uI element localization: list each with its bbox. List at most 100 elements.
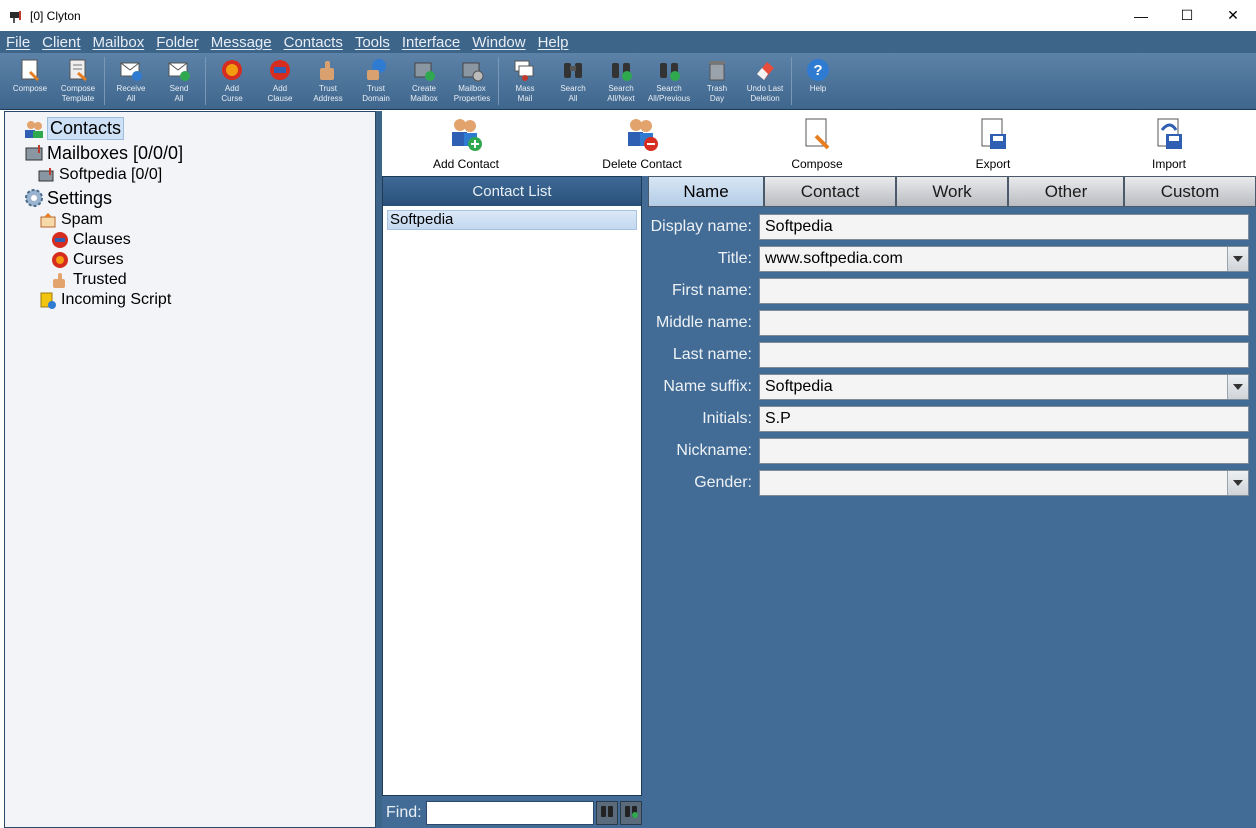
tab-other[interactable]: Other bbox=[1008, 176, 1124, 207]
send-icon bbox=[166, 57, 192, 83]
gender-combobox[interactable] bbox=[759, 470, 1249, 496]
trash-icon bbox=[704, 57, 730, 83]
chevron-down-icon[interactable] bbox=[1227, 375, 1248, 399]
tab-custom[interactable]: Custom bbox=[1124, 176, 1256, 207]
display-name-label: Display name: bbox=[650, 218, 752, 235]
tree-item-clauses[interactable]: Clauses bbox=[49, 229, 131, 251]
nickname-field[interactable] bbox=[759, 438, 1249, 464]
tab-work[interactable]: Work bbox=[896, 176, 1008, 207]
find-next-button[interactable] bbox=[595, 801, 618, 825]
mailbox-icon bbox=[23, 142, 45, 164]
chevron-down-icon[interactable] bbox=[1227, 471, 1248, 495]
menu-help[interactable]: Help bbox=[538, 34, 569, 51]
chevron-down-icon[interactable] bbox=[1227, 247, 1248, 271]
search-next-icon bbox=[608, 57, 634, 83]
binoculars-icon bbox=[599, 803, 615, 824]
initials-field[interactable]: S.P bbox=[759, 406, 1249, 432]
import-button[interactable]: Import bbox=[1109, 115, 1229, 171]
tree-item-spam[interactable]: Spam bbox=[37, 209, 103, 231]
minimize-button[interactable]: — bbox=[1118, 0, 1164, 31]
mailbox-icon bbox=[35, 164, 57, 186]
tree-item-mailboxes[interactable]: Mailboxes [0/0/0] bbox=[23, 142, 183, 164]
import-icon bbox=[1151, 115, 1187, 153]
title-combobox[interactable]: www.softpedia.com bbox=[759, 246, 1249, 272]
app-icon bbox=[8, 8, 24, 24]
toolbar: Compose Compose Template Receive All Sen… bbox=[0, 53, 1256, 110]
svg-text:?: ? bbox=[813, 62, 822, 79]
maximize-button[interactable]: ☐ bbox=[1164, 0, 1210, 31]
tree-item-settings[interactable]: Settings bbox=[23, 187, 112, 209]
menu-client[interactable]: Client bbox=[42, 34, 80, 51]
help-button[interactable]: ? Help bbox=[794, 53, 842, 108]
curse-icon bbox=[219, 57, 245, 83]
trash-day-button[interactable]: Trash Day bbox=[693, 53, 741, 108]
find-previous-button[interactable] bbox=[619, 801, 642, 825]
find-input[interactable] bbox=[425, 801, 594, 825]
tree-item-trusted[interactable]: Trusted bbox=[49, 269, 127, 291]
middle-name-field[interactable] bbox=[759, 310, 1249, 336]
trust-address-button[interactable]: Trust Address bbox=[304, 53, 352, 108]
export-button[interactable]: Export bbox=[933, 115, 1053, 171]
mass-mail-button[interactable]: Mass Mail bbox=[501, 53, 549, 108]
template-icon bbox=[65, 57, 91, 83]
create-mailbox-icon bbox=[411, 57, 437, 83]
first-name-label: First name: bbox=[671, 282, 752, 299]
contact-action-bar: Add Contact Delete Contact Compose Expor… bbox=[382, 111, 1256, 176]
menu-mailbox[interactable]: Mailbox bbox=[93, 34, 145, 51]
window-title: [0] Clyton bbox=[30, 8, 81, 23]
search-next-button[interactable]: Search All/Next bbox=[597, 53, 645, 108]
display-name-field[interactable]: Softpedia bbox=[759, 214, 1249, 240]
toolbar-separator bbox=[205, 57, 206, 105]
gender-row: Gender: bbox=[648, 470, 1256, 498]
tree-item-curses[interactable]: Curses bbox=[49, 249, 124, 271]
tab-contact[interactable]: Contact bbox=[764, 176, 896, 207]
add-clause-button[interactable]: Add Clause bbox=[256, 53, 304, 108]
eraser-icon bbox=[752, 57, 778, 83]
tree-item-incoming-script[interactable]: Incoming Script bbox=[37, 289, 171, 311]
menu-contacts[interactable]: Contacts bbox=[284, 34, 343, 51]
list-item[interactable]: Softpedia bbox=[387, 210, 637, 230]
delete-contact-button[interactable]: Delete Contact bbox=[582, 115, 702, 171]
nickname-row: Nickname: bbox=[648, 438, 1256, 466]
undo-last-deletion-button[interactable]: Undo Last Deletion bbox=[741, 53, 789, 108]
menu-tools[interactable]: Tools bbox=[355, 34, 390, 51]
compose-template-button[interactable]: Compose Template bbox=[54, 53, 102, 108]
tree-item-contacts[interactable]: Contacts bbox=[23, 117, 125, 140]
close-button[interactable]: ✕ bbox=[1210, 0, 1256, 31]
send-all-button[interactable]: Send All bbox=[155, 53, 203, 108]
compose-button[interactable]: Compose bbox=[6, 53, 54, 108]
menu-message[interactable]: Message bbox=[211, 34, 272, 51]
find-label: Find: bbox=[386, 804, 422, 821]
receive-icon bbox=[118, 57, 144, 83]
gender-label: Gender: bbox=[694, 474, 752, 491]
add-contact-button[interactable]: Add Contact bbox=[406, 115, 526, 171]
tree-item-softpedia[interactable]: Softpedia [0/0] bbox=[35, 164, 162, 186]
spam-icon bbox=[37, 209, 59, 231]
name-suffix-row: Name suffix: Softpedia bbox=[648, 374, 1256, 402]
search-previous-icon bbox=[656, 57, 682, 83]
compose-contact-button[interactable]: Compose bbox=[757, 115, 877, 171]
menu-interface[interactable]: Interface bbox=[402, 34, 460, 51]
title-bar: [0] Clyton — ☐ ✕ bbox=[0, 0, 1256, 31]
first-name-field[interactable] bbox=[759, 278, 1249, 304]
menu-folder[interactable]: Folder bbox=[156, 34, 199, 51]
menu-window[interactable]: Window bbox=[472, 34, 525, 51]
mailbox-properties-button[interactable]: Mailbox Properties bbox=[448, 53, 496, 108]
last-name-field[interactable] bbox=[759, 342, 1249, 368]
help-icon: ? bbox=[805, 57, 831, 83]
middle-name-row: Middle name: bbox=[648, 310, 1256, 338]
add-curse-button[interactable]: Add Curse bbox=[208, 53, 256, 108]
search-previous-button[interactable]: Search All/Previous bbox=[645, 53, 693, 108]
name-suffix-combobox[interactable]: Softpedia bbox=[759, 374, 1249, 400]
export-icon bbox=[975, 115, 1011, 153]
delete-contact-icon bbox=[624, 115, 660, 153]
receive-all-button[interactable]: Receive All bbox=[107, 53, 155, 108]
title-row: Title: www.softpedia.com bbox=[648, 246, 1256, 274]
search-all-button[interactable]: Search All bbox=[549, 53, 597, 108]
initials-row: Initials: S.P bbox=[648, 406, 1256, 434]
first-name-row: First name: bbox=[648, 278, 1256, 306]
trust-domain-button[interactable]: Trust Domain bbox=[352, 53, 400, 108]
create-mailbox-button[interactable]: Create Mailbox bbox=[400, 53, 448, 108]
tab-name[interactable]: Name bbox=[648, 176, 764, 207]
menu-file[interactable]: File bbox=[6, 34, 30, 51]
